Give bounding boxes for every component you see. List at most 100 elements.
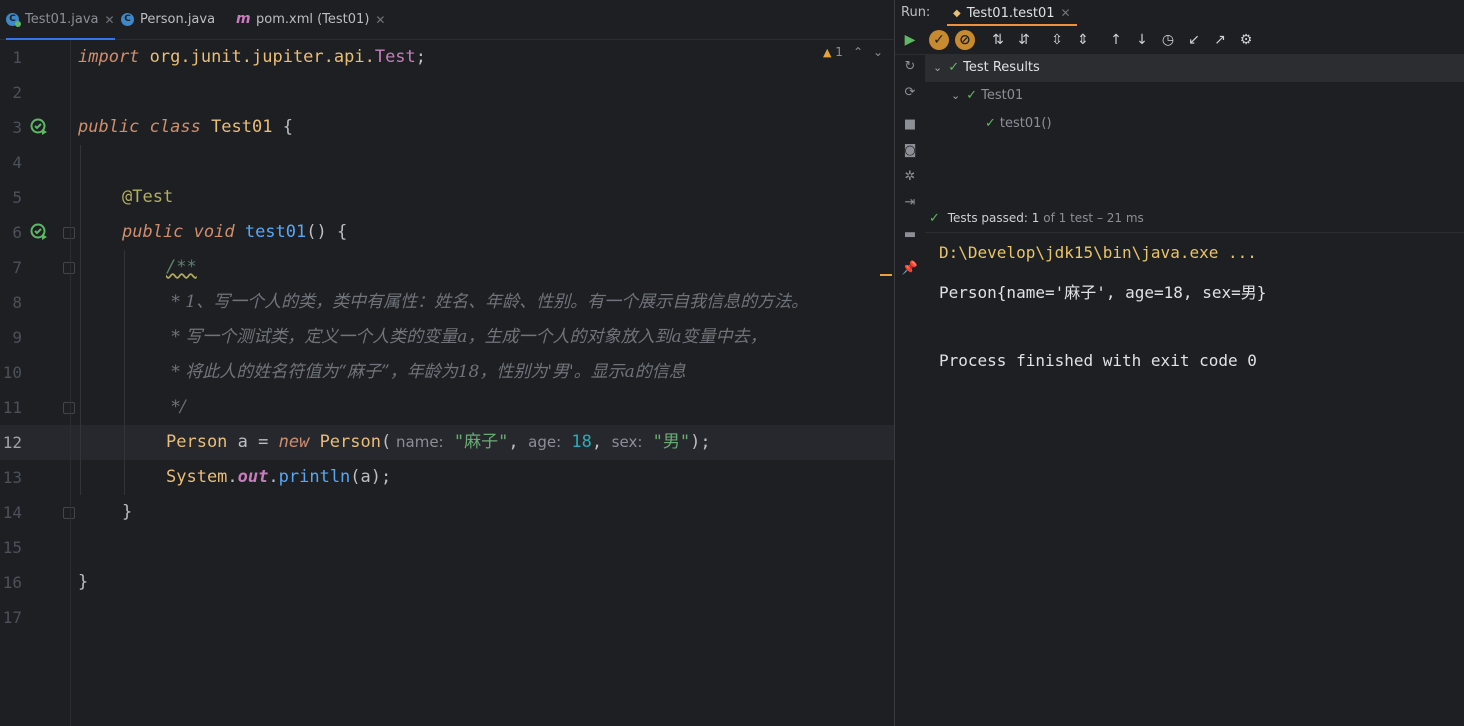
- show-passed-icon[interactable]: ✓: [929, 30, 949, 50]
- warning-indicator[interactable]: ▲ 1: [823, 45, 843, 59]
- sort-duration-icon[interactable]: ⇵: [1014, 30, 1034, 50]
- test-results-tree[interactable]: ⌄ ✓ Test Results ⌄ ✓ Test01 ✓ test01(): [925, 54, 1464, 204]
- token-comment: * 写一个测试类，定义一个人类的变量a，生成一个人的对象放入到a变量中去，: [166, 327, 767, 347]
- inspection-widget[interactable]: ▲ 1 ⌃ ⌄: [823, 45, 883, 59]
- console-line[interactable]: D:\Develop\jdk15\bin\java.exe ...: [939, 243, 1257, 262]
- code-line-5[interactable]: @Test: [122, 180, 173, 215]
- line-number: 15: [2, 538, 22, 557]
- fold-marker[interactable]: [63, 227, 75, 239]
- exit-icon[interactable]: ⇥: [901, 194, 919, 212]
- editor-gutter: 1 2 3 4 5 6 7 8 9 10 11 12 13 14 15 16 1…: [0, 40, 75, 726]
- toggle-auto-test-icon[interactable]: ⟳: [901, 84, 919, 102]
- line-number: 16: [2, 573, 22, 592]
- code-line-3[interactable]: public class Test01 {: [78, 110, 293, 145]
- tab-test01-java[interactable]: C Test01.java ✕: [6, 0, 115, 40]
- export-tests-icon[interactable]: ↗: [1210, 30, 1230, 50]
- rerun-failed-icon[interactable]: ↻: [901, 58, 919, 76]
- token-punct: (a);: [350, 467, 392, 487]
- history-icon[interactable]: ◷: [1158, 30, 1178, 50]
- check-icon: ✓: [948, 60, 960, 75]
- run-test-icon[interactable]: [30, 118, 48, 136]
- tab-label: Person.java: [140, 12, 216, 27]
- prev-failed-icon[interactable]: ↑: [1106, 30, 1126, 50]
- code-editor[interactable]: C Test01.java ✕ C Person.java m pom.xml …: [0, 0, 894, 726]
- token-static-field: out: [237, 467, 269, 487]
- chevron-down-icon[interactable]: ⌄: [873, 45, 883, 59]
- code-line-12[interactable]: Person a = new Person( name: "麻子", age: …: [166, 425, 711, 460]
- tab-person-java[interactable]: C Person.java: [121, 0, 215, 39]
- close-icon[interactable]: ✕: [105, 13, 115, 27]
- token-method: test01: [234, 222, 307, 242]
- code-line-10[interactable]: * 将此人的姓名符值为“麻子”，年龄为18，性别为'男'。显示a的信息: [166, 355, 685, 390]
- code-line-13[interactable]: System.out.println(a);: [166, 460, 391, 495]
- code-line-8[interactable]: * 1、写一个人的类，类中有属性：姓名、年龄、性别。有一个展示自我信息的方法。: [166, 285, 808, 320]
- token-number: 18: [571, 432, 592, 452]
- sort-alpha-icon[interactable]: ⇅: [988, 30, 1008, 50]
- run-label: Run:: [901, 5, 931, 20]
- class-test-icon: C: [6, 13, 21, 27]
- rerun-icon[interactable]: ▶: [900, 30, 920, 50]
- token-method: println: [278, 467, 351, 487]
- run-config-tab[interactable]: ◆ Test01.test01 ✕: [947, 0, 1077, 26]
- code-line-6[interactable]: public void test01() {: [122, 215, 347, 250]
- test-status-bar: ✓ Tests passed: 1 of 1 test – 21 ms: [925, 207, 1464, 233]
- show-ignored-icon[interactable]: ⊘: [955, 30, 975, 50]
- debug-icon[interactable]: ✲: [901, 168, 919, 186]
- tab-label: Test01.java: [25, 12, 99, 27]
- stop-icon[interactable]: ■: [901, 116, 919, 134]
- token-punct: }: [78, 572, 89, 592]
- console-line[interactable]: Person{name='麻子', age=18, sex=男}: [939, 279, 1266, 303]
- import-tests-icon[interactable]: ↙: [1184, 30, 1204, 50]
- run-header: Run: ◆ Test01.test01 ✕: [895, 0, 1464, 26]
- fold-marker[interactable]: [63, 262, 75, 274]
- camera-icon[interactable]: ◙: [901, 142, 919, 160]
- warning-icon: ▲: [823, 46, 832, 59]
- tree-node-test01-method[interactable]: ✓ test01(): [985, 110, 1052, 138]
- warning-stripe-marker[interactable]: [880, 274, 892, 276]
- collapse-all-icon[interactable]: ⇕: [1073, 30, 1093, 50]
- fold-marker[interactable]: [63, 402, 75, 414]
- param-hint: age:: [518, 433, 562, 451]
- tab-pom-xml[interactable]: m pom.xml (Test01) ✕: [236, 0, 385, 39]
- status-passed-label: Tests passed:: [947, 211, 1028, 225]
- close-icon[interactable]: ✕: [375, 13, 385, 27]
- token-package: org.junit.jupiter.api.: [139, 47, 375, 67]
- tree-node-test-results[interactable]: ⌄ ✓ Test Results: [925, 54, 1464, 82]
- code-line-9[interactable]: * 写一个测试类，定义一个人类的变量a，生成一个人的对象放入到a变量中去，: [166, 320, 767, 355]
- code-line-11[interactable]: */: [166, 390, 185, 425]
- pin-icon[interactable]: 📌: [901, 260, 919, 278]
- close-icon[interactable]: ✕: [1061, 6, 1071, 20]
- code-line-16[interactable]: }: [78, 565, 88, 600]
- token-string: "男": [652, 432, 691, 452]
- run-test-icon[interactable]: [30, 223, 48, 241]
- expand-all-icon[interactable]: ⇳: [1047, 30, 1067, 50]
- settings-icon[interactable]: ⚙: [1236, 30, 1256, 50]
- fold-marker[interactable]: [63, 507, 75, 519]
- run-config-icon: ◆: [953, 7, 961, 19]
- layout-icon[interactable]: ▬: [901, 226, 919, 244]
- run-side-toolbar: ↻ ⟳ ■ ◙ ✲ ⇥ ▬ 📌: [895, 54, 925, 726]
- tree-node-test01[interactable]: ⌄ ✓ Test01: [951, 82, 1023, 110]
- tree-node-label: Test01: [981, 88, 1024, 103]
- param-hint: name:: [391, 433, 444, 451]
- code-line-14[interactable]: }: [122, 495, 132, 530]
- next-failed-icon[interactable]: ↓: [1132, 30, 1152, 50]
- chevron-up-icon[interactable]: ⌃: [853, 45, 863, 59]
- line-number: 14: [2, 503, 22, 522]
- token-punct: .: [268, 467, 279, 487]
- line-number: 9: [12, 328, 22, 347]
- token-doc-comment: /**: [166, 257, 197, 277]
- line-number: 11: [2, 398, 22, 417]
- tree-node-label: test01(): [999, 116, 1052, 131]
- chevron-down-icon[interactable]: ⌄: [933, 54, 942, 82]
- token-punct: ,: [591, 432, 603, 452]
- code-line-1[interactable]: import org.junit.jupiter.api.Test;: [78, 40, 426, 75]
- chevron-down-icon[interactable]: ⌄: [951, 82, 960, 110]
- line-number: 1: [12, 48, 22, 67]
- token-punct: }: [122, 502, 133, 522]
- code-line-7[interactable]: /**: [166, 250, 197, 285]
- line-number: 17: [2, 608, 22, 627]
- run-toolbar: ▶ ✓ ⊘ ⇅ ⇵ ⇳ ⇕ ↑ ↓ ◷ ↙ ↗ ⚙: [895, 26, 1464, 55]
- console-line[interactable]: Process finished with exit code 0: [939, 351, 1257, 370]
- line-number: 13: [2, 468, 22, 487]
